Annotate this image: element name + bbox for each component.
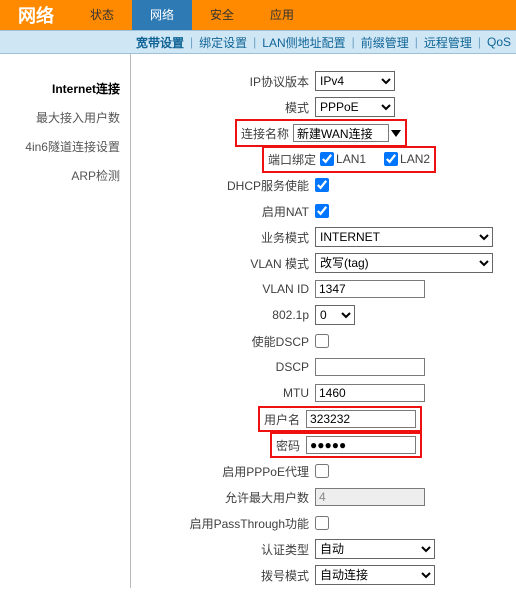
sidebar-item-maxusers[interactable]: 最大接入用户数 [0,103,130,132]
subtab-broadband[interactable]: 宽带设置 [132,34,188,51]
checkbox-pppoe-proxy[interactable] [315,464,329,478]
tab-security[interactable]: 安全 [192,0,252,30]
subtab-binding[interactable]: 绑定设置 [195,34,251,51]
sidebar-item-4in6[interactable]: 4in6隧道连接设置 [0,132,130,161]
label-mode: 模式 [140,99,315,116]
checkbox-lan2[interactable] [384,152,398,166]
select-vlan-mode[interactable]: 改写(tag) [315,253,493,273]
label-port-bind: 端口绑定 [268,151,320,168]
tab-network[interactable]: 网络 [132,0,192,30]
main: Internet连接 最大接入用户数 4in6隧道连接设置 ARP检测 IP协议… [0,54,516,588]
divider [130,54,131,588]
select-ip-version[interactable]: IPv4 [315,71,395,91]
label-lan2: LAN2 [400,152,430,166]
select-auth-type[interactable]: 自动 [315,539,435,559]
input-max-users [315,488,425,506]
sub-nav: 宽带设置| 绑定设置| LAN侧地址配置| 前缀管理| 远程管理| QoS| 时… [0,30,516,54]
tab-application[interactable]: 应用 [252,0,312,30]
subtab-remote[interactable]: 远程管理 [420,34,476,51]
input-user[interactable] [306,410,416,428]
input-vlan-id[interactable] [315,280,425,298]
app-title: 网络 [0,2,72,28]
label-dscp: DSCP [140,360,315,374]
subtab-prefix[interactable]: 前缀管理 [357,34,413,51]
label-dhcp: DHCP服务使能 [140,177,315,194]
select-mode[interactable]: PPPoE [315,97,395,117]
label-passthrough: 启用PassThrough功能 [140,515,315,532]
input-dscp[interactable] [315,358,425,376]
label-conn-name: 连接名称 [241,125,293,142]
form: IP协议版本 IPv4 模式 PPPoE 连接名称 端口绑定 LAN1 LAN2 [130,54,516,588]
label-vlan-mode: VLAN 模式 [140,255,315,272]
label-user: 用户名 [264,411,306,428]
sidebar-item-internet[interactable]: Internet连接 [0,74,130,103]
input-mtu[interactable] [315,384,425,402]
checkbox-nat[interactable] [315,204,329,218]
label-max-users: 允许最大用户数 [140,489,315,506]
checkbox-lan1[interactable] [320,152,334,166]
subtab-lan[interactable]: LAN侧地址配置 [258,34,349,51]
select-8021p[interactable]: 0 [315,305,355,325]
label-nat: 启用NAT [140,203,315,220]
top-bar: 网络 状态 网络 安全 应用 [0,0,516,30]
checkbox-passthrough[interactable] [315,516,329,530]
sidebar: Internet连接 最大接入用户数 4in6隧道连接设置 ARP检测 [0,54,130,588]
label-vlan-id: VLAN ID [140,282,315,296]
select-biz-mode[interactable]: INTERNET [315,227,493,247]
input-conn-name[interactable] [293,124,389,142]
label-8021p: 802.1p [140,308,315,322]
label-pppoe-proxy: 启用PPPoE代理 [140,463,315,480]
label-dial-mode: 拨号模式 [140,567,315,584]
label-dscp-en: 使能DSCP [140,333,315,350]
tab-status[interactable]: 状态 [72,0,132,30]
input-pwd[interactable] [306,436,416,454]
label-mtu: MTU [140,386,315,400]
top-nav: 状态 网络 安全 应用 [72,0,312,30]
dropdown-icon[interactable] [391,130,401,137]
label-biz-mode: 业务模式 [140,229,315,246]
subtab-qos[interactable]: QoS [483,35,515,49]
checkbox-dhcp[interactable] [315,178,329,192]
label-lan1: LAN1 [336,152,366,166]
sidebar-item-arp[interactable]: ARP检测 [0,161,130,190]
select-dial-mode[interactable]: 自动连接 [315,565,435,585]
label-auth-type: 认证类型 [140,541,315,558]
label-pwd: 密码 [276,437,306,454]
checkbox-dscp-en[interactable] [315,334,329,348]
label-ip-version: IP协议版本 [140,73,315,90]
